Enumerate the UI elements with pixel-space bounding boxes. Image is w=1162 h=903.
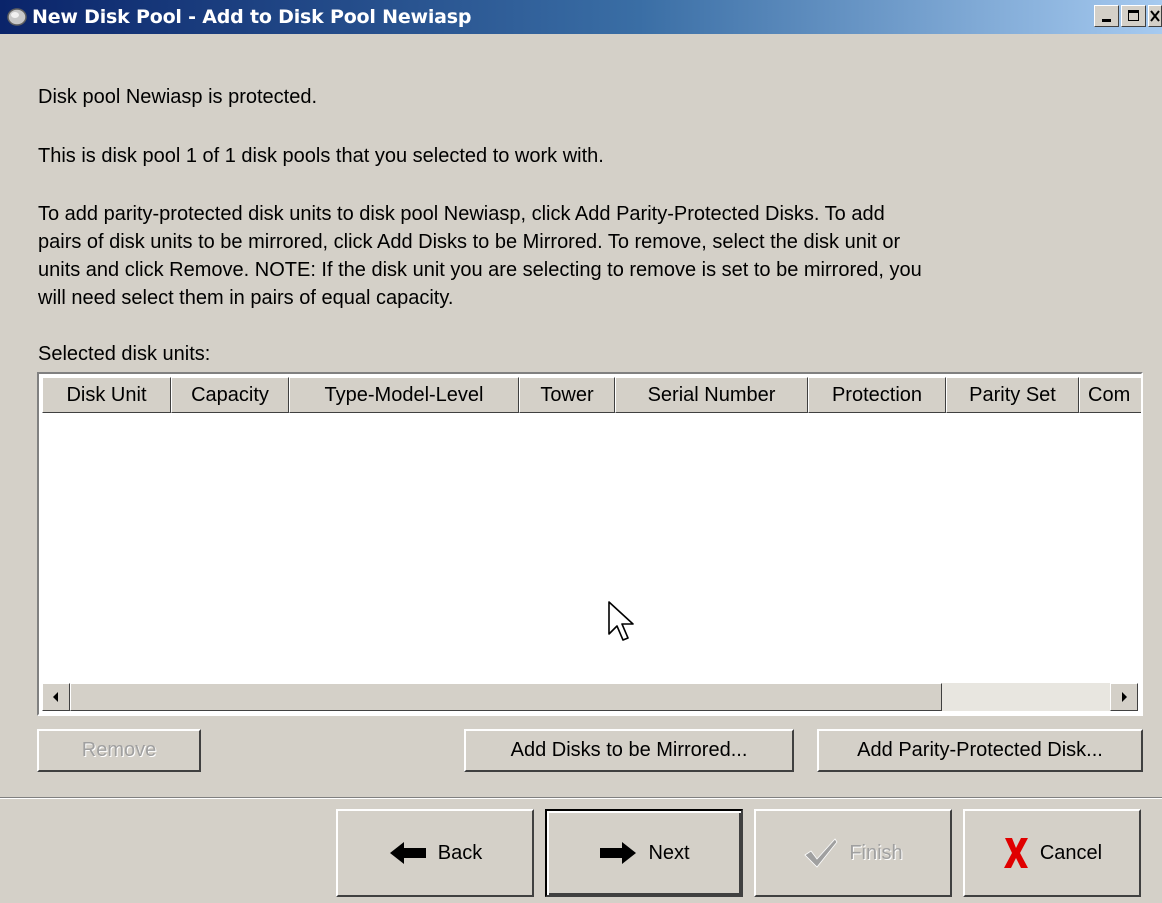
finish-button[interactable]: Finish (754, 809, 952, 897)
disk-pool-icon (7, 8, 27, 26)
column-header-tower[interactable]: Tower (519, 377, 615, 413)
minimize-button[interactable] (1094, 5, 1119, 27)
next-arrow-icon (600, 842, 637, 864)
cancel-button[interactable]: Cancel (963, 809, 1141, 897)
protection-status-text: Disk pool Newiasp is protected. (38, 86, 318, 108)
minimize-icon (1102, 19, 1111, 22)
next-label: Next (648, 841, 690, 864)
horizontal-scrollbar[interactable] (42, 683, 1138, 711)
instructions-text: To add parity-protected disk units to di… (38, 200, 1148, 312)
instructions-line: To add parity-protected disk units to di… (38, 203, 885, 225)
column-header-disk-unit[interactable]: Disk Unit (42, 377, 171, 413)
column-header-parity-set[interactable]: Parity Set (946, 377, 1079, 413)
back-label: Back (437, 841, 483, 864)
column-header-protection[interactable]: Protection (808, 377, 946, 413)
column-header-serial-number[interactable]: Serial Number (615, 377, 808, 413)
column-header-type-model-level[interactable]: Type-Model-Level (289, 377, 519, 413)
checkmark-icon (804, 838, 838, 868)
cancel-label: Cancel (1039, 841, 1103, 864)
mouse-cursor-icon (608, 601, 634, 641)
disk-units-table[interactable]: Disk Unit Capacity Type-Model-Level Towe… (37, 372, 1143, 716)
next-button[interactable]: Next (545, 809, 743, 897)
scroll-right-icon (1122, 692, 1127, 702)
scroll-left-button[interactable] (42, 683, 70, 711)
close-button[interactable] (1148, 5, 1162, 27)
add-parity-protected-disk-button[interactable]: Add Parity-Protected Disk... (817, 729, 1143, 772)
selection-info-text: This is disk pool 1 of 1 disk pools that… (38, 145, 604, 167)
column-header-compression[interactable]: Com (1079, 377, 1141, 413)
red-x-icon (1003, 838, 1028, 868)
scroll-left-icon (53, 692, 58, 702)
back-arrow-icon (389, 842, 426, 864)
instructions-line: units and click Remove. NOTE: If the dis… (38, 259, 922, 281)
remove-button[interactable]: Remove (37, 729, 201, 772)
selected-disk-units-label: Selected disk units: (38, 343, 211, 365)
close-icon (1150, 10, 1160, 22)
instructions-line: pairs of disk units to be mirrored, clic… (38, 231, 901, 253)
back-button[interactable]: Back (336, 809, 534, 897)
maximize-icon (1128, 10, 1139, 21)
separator (0, 797, 1162, 799)
scroll-right-button[interactable] (1110, 683, 1138, 711)
window-title: New Disk Pool - Add to Disk Pool Newiasp (32, 6, 472, 28)
finish-label: Finish (849, 841, 903, 864)
title-bar: New Disk Pool - Add to Disk Pool Newiasp (0, 0, 1162, 34)
add-disks-mirrored-button[interactable]: Add Disks to be Mirrored... (464, 729, 794, 772)
table-header: Disk Unit Capacity Type-Model-Level Towe… (42, 377, 1141, 413)
column-header-capacity[interactable]: Capacity (171, 377, 289, 413)
instructions-line: will need select them in pairs of equal … (38, 287, 454, 309)
scrollbar-thumb[interactable] (70, 683, 942, 711)
maximize-button[interactable] (1121, 5, 1146, 27)
